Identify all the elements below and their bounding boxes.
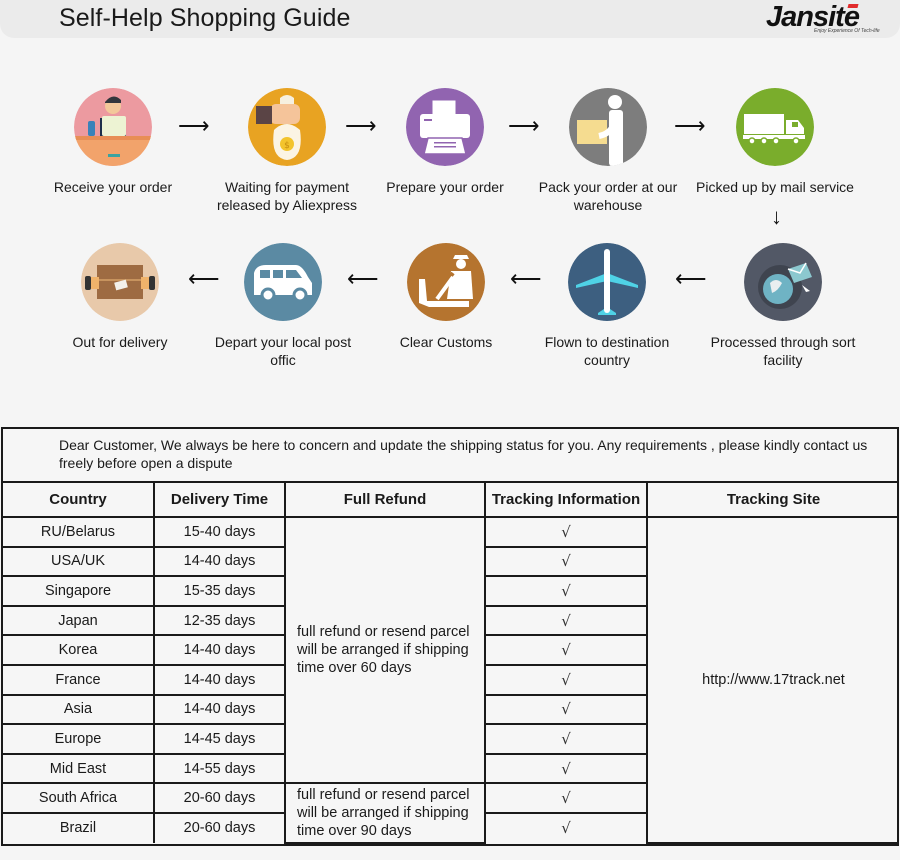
tracking-check-cell: √ [484,811,647,843]
person-box-icon [569,88,647,166]
header-tracking-info: Tracking Information [484,483,648,518]
country-cell: Europe [3,723,155,755]
tracking-check-cell: √ [484,604,647,637]
header-full-refund: Full Refund [284,483,486,518]
step-depart-post-office: Depart your local post offic [203,243,363,369]
country-cell: Japan [3,604,155,637]
delivery-time-cell: 15-35 days [153,575,286,607]
customs-officer-icon [407,243,485,321]
delivery-time-cell: 12-35 days [153,604,286,637]
table-row: RU/Belarus 15-40 days full refund or resen… [3,515,899,844]
arrow-left-icon: ⟵ [675,266,707,291]
country-cell: South Africa [3,782,155,814]
step-label: Picked up by mail service [696,179,854,195]
header-country: Country [3,483,155,518]
customer-notice: Dear Customer, We always be here to conc… [3,429,897,483]
step-label: Out for delivery [72,334,168,350]
tracking-check-cell: √ [484,723,647,755]
step-picked-up: Picked up by mail service [695,88,855,196]
delivery-time-cell: 14-55 days [153,752,286,785]
refund-policy-60-cell: full refund or resend parcel will be arr… [284,515,486,785]
tracking-check-cell: √ [484,634,647,666]
step-label: Depart your local post offic [214,334,352,368]
svg-text:$: $ [284,141,290,151]
delivery-time-cell: 20-60 days [153,782,286,814]
tracking-check-cell: √ [484,575,647,607]
delivery-time-cell: 14-45 days [153,723,286,755]
tracking-check-cell: √ [484,693,647,726]
step-out-for-delivery: Out for delivery [40,243,200,351]
country-cell: France [3,663,155,696]
step-flown-destination: Flown to destination country [527,243,687,369]
brand-logo: Jansite Enjoy Experience Of Tech-life [766,1,886,37]
van-icon [244,243,322,321]
step-label: Processed through sort facility [710,334,856,368]
page-title: Self-Help Shopping Guide [59,4,351,32]
country-cell: Mid East [3,752,155,785]
person-laptop-icon [74,88,152,166]
step-label: Pack your order at our warehouse [538,179,678,213]
step-receive-order: Receive your order [33,88,193,196]
delivery-table: Country Delivery Time Full Refund Tracki… [3,483,899,844]
delivery-time-cell: 14-40 days [153,634,286,666]
header-delivery-time: Delivery Time [153,483,286,518]
country-cell: Asia [3,693,155,726]
money-bag-icon: $ [248,88,326,166]
logo-accent-mark [847,4,859,8]
step-sort-facility: Processed through sort facility [703,243,863,369]
delivery-time-cell: 14-40 days [153,693,286,726]
globe-mail-icon [744,243,822,321]
country-cell: Singapore [3,575,155,607]
tracking-check-cell: √ [484,782,647,814]
delivery-time-cell: 14-40 days [153,663,286,696]
logo-tagline: Enjoy Experience Of Tech-life [814,28,880,34]
step-label: Prepare your order [386,179,504,195]
airplane-icon [568,243,646,321]
refund-policy-90-cell: full refund or resend parcel will be arr… [284,782,486,844]
step-label: Flown to destination country [544,334,670,368]
tracking-check-cell: √ [484,516,648,548]
step-prepare-order: Prepare your order [365,88,525,196]
step-pack-order: Pack your order at our warehouse [528,88,688,214]
header-bar: Self-Help Shopping Guide Jansite Enjoy E… [0,0,900,38]
country-cell: Korea [3,634,155,666]
truck-icon [736,88,814,166]
tracking-check-cell: √ [484,752,647,785]
tracking-check-cell: √ [484,663,647,696]
country-cell: RU/Belarus [3,516,155,548]
arrow-right-icon: ⟶ [178,113,210,138]
tracking-check-cell: √ [484,545,647,578]
step-label: Receive your order [53,179,173,195]
package-hands-icon [81,243,159,321]
shipping-table: Dear Customer, We always be here to conc… [1,427,899,846]
step-label: Clear Customs [399,334,493,350]
delivery-time-cell: 14-40 days [153,545,286,578]
step-clear-customs: Clear Customs [366,243,526,351]
delivery-time-cell: 15-40 days [153,516,286,548]
table-header-row: Country Delivery Time Full Refund Tracki… [3,483,899,518]
printer-icon [406,88,484,166]
arrow-down-icon: ↓ [771,204,782,229]
country-cell: Brazil [3,811,155,843]
tracking-site-link[interactable]: http://www.17track.net [646,516,899,844]
step-waiting-payment: $ Waiting for payment released by Aliexp… [207,88,367,214]
step-label: Waiting for payment released by Aliexpre… [216,179,358,213]
header-tracking-site: Tracking Site [646,483,899,518]
country-cell: USA/UK [3,545,155,578]
delivery-time-cell: 20-60 days [153,811,286,843]
